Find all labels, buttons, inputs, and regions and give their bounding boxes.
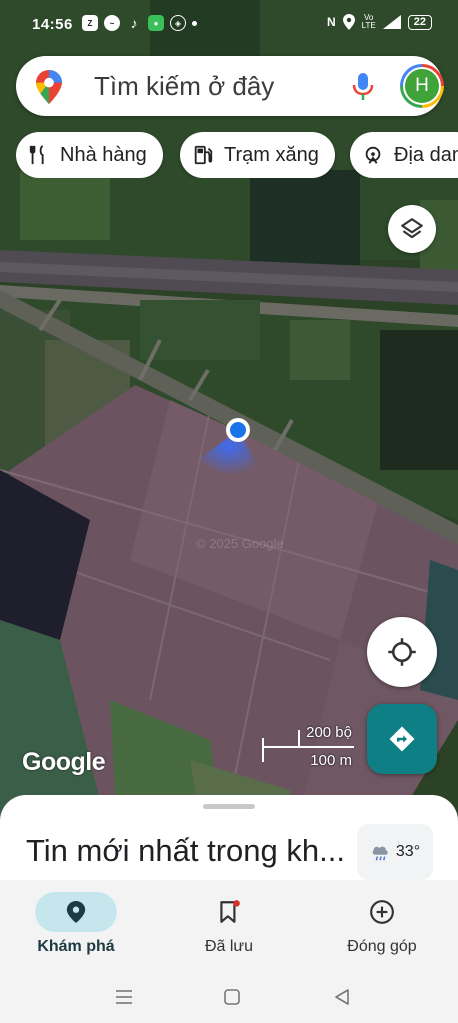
sheet-headline[interactable]: Tin mới nhất trong kh... bbox=[26, 833, 345, 869]
temperature: 33° bbox=[395, 843, 421, 860]
nav-label: Đã lưu bbox=[204, 938, 254, 955]
microphone-icon[interactable] bbox=[352, 73, 374, 101]
wechat-icon: ● bbox=[148, 15, 164, 31]
explore-pin-icon bbox=[66, 901, 86, 923]
location-icon bbox=[342, 14, 355, 30]
chip-label: Trạm xăng bbox=[224, 143, 319, 166]
map-scale: 200 bộ 100 m bbox=[262, 722, 354, 770]
vpn-icon: ◈ bbox=[170, 15, 186, 31]
nav-label: Đóng góp bbox=[347, 938, 417, 955]
chip-label: Địa dan bbox=[394, 143, 458, 166]
layers-button[interactable] bbox=[388, 205, 436, 253]
battery-indicator: 22 bbox=[407, 14, 432, 30]
nav-contribute[interactable]: Đóng góp bbox=[306, 892, 458, 956]
status-time: 14:56 bbox=[32, 16, 73, 33]
directions-button[interactable] bbox=[367, 704, 437, 774]
chip-restaurants[interactable]: Nhà hàng bbox=[16, 132, 163, 178]
bookmark-icon bbox=[220, 900, 240, 923]
gas-station-icon bbox=[194, 145, 213, 165]
home-button[interactable] bbox=[220, 985, 244, 1009]
google-maps-pin-icon bbox=[36, 70, 62, 104]
volte-icon: Vo LTE bbox=[361, 13, 376, 30]
status-bar: 14:56 Z ~ ♪ ● ◈ N Vo LTE 22 bbox=[0, 0, 458, 50]
menu-lines-icon bbox=[116, 990, 132, 1004]
weather-chip[interactable]: 33° bbox=[357, 824, 433, 880]
nfc-icon: N bbox=[327, 15, 336, 29]
back-button[interactable] bbox=[330, 985, 354, 1009]
nav-explore[interactable]: Khám phá bbox=[0, 892, 152, 956]
my-location-icon bbox=[388, 638, 416, 666]
search-bar[interactable]: Tìm kiếm ở đây H bbox=[16, 56, 444, 116]
sheet-drag-handle[interactable] bbox=[203, 804, 255, 809]
nav-saved[interactable]: Đã lưu bbox=[153, 892, 305, 956]
scale-imperial: 200 bộ bbox=[306, 724, 352, 741]
system-navigation bbox=[0, 975, 458, 1019]
signal-4g-icon bbox=[382, 15, 401, 29]
category-chips: Nhà hàng Trạm xăng Địa dan bbox=[16, 132, 458, 178]
zalo-icon: Z bbox=[82, 15, 98, 31]
search-input[interactable]: Tìm kiếm ở đây bbox=[94, 71, 274, 102]
google-logo: Google bbox=[22, 748, 106, 776]
chip-gas-stations[interactable]: Trạm xăng bbox=[180, 132, 335, 178]
chip-label: Nhà hàng bbox=[60, 143, 147, 166]
avatar-letter: H bbox=[403, 67, 441, 105]
back-triangle-icon bbox=[335, 989, 349, 1005]
scale-metric: 100 m bbox=[310, 752, 352, 769]
map-watermark: © 2025 Google bbox=[196, 536, 284, 551]
my-location-button[interactable] bbox=[367, 617, 437, 687]
bottom-navigation: Khám phá Đã lưu Đóng góp bbox=[0, 880, 458, 1023]
attractions-icon bbox=[365, 146, 381, 164]
tiktok-icon: ♪ bbox=[130, 15, 138, 31]
recents-button[interactable] bbox=[112, 985, 136, 1009]
layers-icon bbox=[401, 218, 423, 239]
directions-icon bbox=[389, 726, 415, 752]
messenger-icon: ~ bbox=[104, 15, 120, 31]
current-location-marker bbox=[198, 418, 260, 478]
more-notifications-icon bbox=[192, 20, 197, 26]
nav-label: Khám phá bbox=[37, 938, 115, 955]
account-avatar[interactable]: H bbox=[400, 64, 444, 108]
rain-cloud-icon bbox=[372, 846, 388, 861]
chip-attractions[interactable]: Địa dan bbox=[350, 132, 458, 178]
add-circle-icon bbox=[370, 900, 394, 924]
restaurant-icon bbox=[29, 145, 44, 165]
bottom-sheet[interactable]: Tin mới nhất trong kh... 33° bbox=[0, 795, 458, 885]
home-square-icon bbox=[224, 989, 240, 1005]
